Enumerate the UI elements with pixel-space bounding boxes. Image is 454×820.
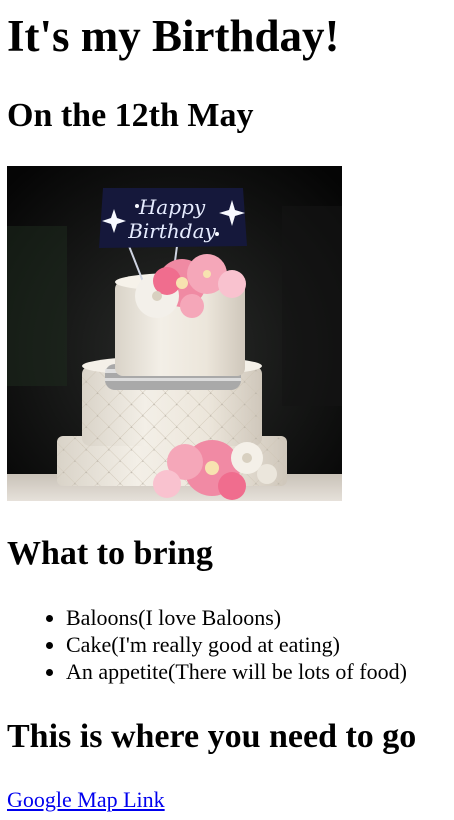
- birthday-page: It's my Birthday! On the 12th May Happy …: [0, 0, 454, 820]
- cake-topper-text-happy: Happy: [138, 195, 206, 219]
- page-title: It's my Birthday!: [7, 11, 340, 61]
- what-to-bring-heading: What to bring: [7, 535, 213, 572]
- bring-list: Baloons(I love Baloons) Cake(I'm really …: [0, 604, 407, 685]
- date-heading: On the 12th May: [7, 97, 254, 134]
- location-heading: This is where you need to go: [7, 718, 417, 755]
- cake-topper-text-birthday: Birthday: [127, 219, 216, 243]
- list-item: Cake(I'm really good at eating): [66, 631, 407, 658]
- google-map-link[interactable]: Google Map Link: [7, 786, 165, 813]
- birthday-cake-image: Happy Birthday: [7, 166, 342, 501]
- list-item: Baloons(I love Baloons): [66, 604, 407, 631]
- list-item: An appetite(There will be lots of food): [66, 658, 407, 685]
